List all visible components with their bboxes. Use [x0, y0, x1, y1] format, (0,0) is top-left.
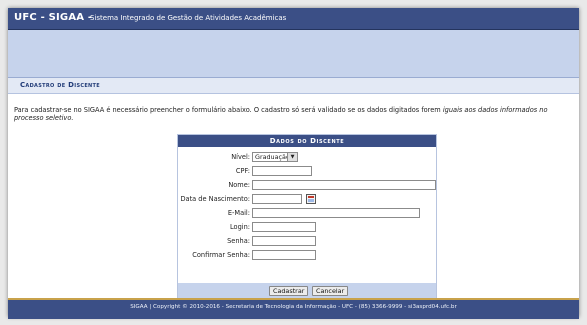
- nivel-value: Graduação: [255, 153, 290, 161]
- chevron-down-icon[interactable]: ▼: [287, 153, 297, 161]
- nascimento-label: Data de Nascimento:: [180, 195, 250, 203]
- page-title: Cadastro de Discente: [20, 81, 100, 89]
- row-nascimento: Data de Nascimento:: [178, 194, 436, 206]
- row-nivel: Nível: Graduação ▼: [178, 152, 436, 164]
- brand-logo[interactable]: UFC - SIGAA -: [14, 12, 92, 23]
- calendar-icon[interactable]: [306, 194, 316, 204]
- email-label: E-Mail:: [227, 209, 250, 217]
- cpf-input[interactable]: [252, 166, 312, 176]
- confirm-password-input[interactable]: [252, 250, 316, 260]
- row-login: Login:: [178, 222, 436, 234]
- nome-label: Nome:: [228, 181, 250, 189]
- email-input[interactable]: [252, 208, 420, 218]
- row-senha: Senha:: [178, 236, 436, 248]
- system-subtitle: Sistema Integrado de Gestão de Atividade…: [90, 14, 287, 22]
- student-form: Dados do Discente Nível: Graduação ▼ CPF…: [177, 134, 437, 300]
- login-label: Login:: [229, 223, 250, 231]
- form-title: Dados do Discente: [178, 135, 436, 147]
- footer-text: SIGAA | Copyright © 2010-2016 - Secretar…: [130, 304, 457, 310]
- birthdate-input[interactable]: [252, 194, 302, 204]
- app-frame: UFC - SIGAA - Sistema Integrado de Gestã…: [8, 8, 579, 319]
- form-actions: Cadastrar Cancelar: [178, 283, 436, 299]
- page-footer: SIGAA | Copyright © 2010-2016 - Secretar…: [8, 298, 579, 319]
- login-input[interactable]: [252, 222, 316, 232]
- submit-button[interactable]: Cadastrar: [269, 286, 309, 296]
- intro-text: Para cadastrar-se no SIGAA é necessário …: [14, 106, 574, 122]
- intro-plain: Para cadastrar-se no SIGAA é necessário …: [14, 106, 443, 114]
- top-bar: UFC - SIGAA - Sistema Integrado de Gestã…: [8, 8, 579, 30]
- password-input[interactable]: [252, 236, 316, 246]
- senha-label: Senha:: [227, 237, 250, 245]
- row-nome: Nome:: [178, 180, 436, 192]
- row-confirmar: Confirmar Senha:: [178, 250, 436, 262]
- confirm-password-label: Confirmar Senha:: [192, 251, 250, 259]
- section-bar: Cadastro de Discente: [8, 77, 579, 94]
- nivel-label: Nível:: [231, 153, 250, 161]
- nome-input[interactable]: [252, 180, 436, 190]
- cancel-button[interactable]: Cancelar: [312, 286, 349, 296]
- cpf-label: CPF:: [235, 167, 250, 175]
- nivel-select[interactable]: Graduação ▼: [252, 152, 298, 162]
- row-cpf: CPF:: [178, 166, 436, 178]
- header-panel: [8, 30, 579, 77]
- row-email: E-Mail:: [178, 208, 436, 220]
